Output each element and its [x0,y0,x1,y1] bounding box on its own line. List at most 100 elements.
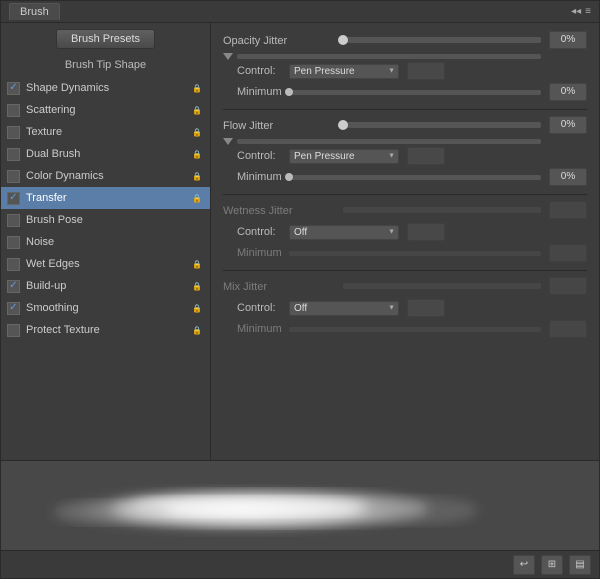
bottom-toolbar: ↩ ⊞ ▤ [1,550,599,578]
control3-select[interactable]: Off [289,225,399,240]
brush-presets-button[interactable]: Brush Presets [56,29,155,49]
menu-icon[interactable]: ≡ [585,6,591,17]
control1-row: Control: Pen Pressure [237,62,587,80]
bottom-btn-1[interactable]: ↩ [513,555,535,575]
minimum2-value[interactable]: 0% [549,168,587,186]
flow-jitter-sub-slider[interactable] [237,139,541,144]
sidebar-item-label-noise: Noise [26,236,202,248]
lock-icon-shape-dynamics: 🔒 [192,84,202,93]
checkbox-texture[interactable] [7,126,20,139]
checkbox-wet-edges[interactable] [7,258,20,271]
sidebar-item-color-dynamics[interactable]: Color Dynamics🔒 [1,165,210,187]
control2-select[interactable]: Pen Pressure [289,149,399,164]
section-divider-3 [223,270,587,271]
control2-select-wrapper[interactable]: Pen Pressure [289,149,399,164]
wetness-jitter-label: Wetness Jitter [223,205,343,217]
brush-panel: Brush ◂◂ ≡ Brush Presets Brush Tip Shape… [0,0,600,579]
checkbox-noise[interactable] [7,236,20,249]
control2-row: Control: Pen Pressure [237,147,587,165]
minimum2-row: Minimum 0% [237,168,587,186]
sidebar-item-label-protect-texture: Protect Texture [26,324,188,336]
bottom-btn-2[interactable]: ⊞ [541,555,563,575]
control1-select-wrapper[interactable]: Pen Pressure [289,64,399,79]
sidebar-item-scattering[interactable]: Scattering🔒 [1,99,210,121]
sidebar-item-build-up[interactable]: ✓ Build-up 🔒 [1,275,210,297]
brush-stroke-svg [1,461,599,550]
sidebar-item-shape-dynamics[interactable]: ✓ Shape Dynamics 🔒 [1,77,210,99]
panel-title-tab[interactable]: Brush [9,3,60,20]
control1-extra-box [407,62,445,80]
opacity-jitter-label: Opacity Jitter [223,35,343,47]
checkmark-build-up: ✓ [9,281,17,291]
lock-icon-wet-edges: 🔒 [192,260,202,269]
opacity-jitter-row: Opacity Jitter 0% [223,31,587,49]
sidebar-item-label-brush-pose: Brush Pose [26,214,202,226]
opacity-jitter-value[interactable]: 0% [549,31,587,49]
brush-preview [1,460,599,550]
minimum1-value[interactable]: 0% [549,83,587,101]
mix-jitter-slider [343,283,541,289]
sidebar-item-protect-texture[interactable]: Protect Texture🔒 [1,319,210,341]
checkbox-transfer[interactable]: ✓ [7,192,20,205]
opacity-jitter-slider[interactable] [343,37,541,43]
checkbox-color-dynamics[interactable] [7,170,20,183]
sidebar-item-noise[interactable]: Noise [1,231,210,253]
control3-select-wrapper[interactable]: Off [289,225,399,240]
control1-label: Control: [237,65,289,77]
sidebar-item-wet-edges[interactable]: Wet Edges 🔒 [1,253,210,275]
checkmark-smoothing: ✓ [9,303,17,313]
panel-body: Brush Presets Brush Tip Shape ✓Shape Dyn… [1,23,599,460]
collapse-icon[interactable]: ◂◂ [571,6,581,17]
flow-jitter-value[interactable]: 0% [549,116,587,134]
sidebar-items: ✓ Shape Dynamics 🔒 Scattering🔒 Texture 🔒 Dual … [1,77,210,341]
lock-icon-build-up: 🔒 [192,282,202,291]
sidebar-item-transfer[interactable]: ✓Transfer🔒 [1,187,210,209]
sidebar-item-label-wet-edges: Wet Edges [26,258,188,270]
checkbox-dual-brush[interactable] [7,148,20,161]
control3-row: Control: Off [237,223,587,241]
minimum3-value [549,244,587,262]
sidebar-item-label-texture: Texture [26,126,188,138]
mix-jitter-value [549,277,587,295]
control4-select[interactable]: Off [289,301,399,316]
minimum1-slider[interactable] [289,90,541,95]
checkmark-shape-dynamics: ✓ [9,83,17,93]
flow-jitter-slider[interactable] [343,122,541,128]
minimum1-label: Minimum [237,86,289,98]
lock-icon-texture: 🔒 [192,128,202,137]
sidebar-item-dual-brush[interactable]: Dual Brush🔒 [1,143,210,165]
sidebar-item-label-dual-brush: Dual Brush [26,148,188,160]
checkbox-brush-pose[interactable] [7,214,20,227]
control1-select[interactable]: Pen Pressure [289,64,399,79]
control4-select-wrapper[interactable]: Off [289,301,399,316]
sidebar-item-smoothing[interactable]: ✓ Smoothing 🔒 [1,297,210,319]
checkmark-transfer: ✓ [9,193,17,203]
sidebar-item-brush-pose[interactable]: Brush Pose [1,209,210,231]
sidebar-item-texture[interactable]: Texture 🔒 [1,121,210,143]
sidebar-item-label-shape-dynamics: Shape Dynamics [26,82,188,94]
wetness-jitter-value [549,201,587,219]
wetness-jitter-slider [343,207,541,213]
bottom-btn-3[interactable]: ▤ [569,555,591,575]
main-content: Opacity Jitter 0% Control: Pen Pressure [211,23,599,460]
title-bar-left: Brush [9,3,60,20]
checkbox-shape-dynamics[interactable]: ✓ [7,82,20,95]
title-bar-icons: ◂◂ ≡ [571,6,591,17]
sidebar-item-label-build-up: Build-up [26,280,188,292]
minimum2-slider[interactable] [289,175,541,180]
sidebar-item-label-smoothing: Smoothing [26,302,188,314]
minimum1-row: Minimum 0% [237,83,587,101]
control2-extra-box [407,147,445,165]
control4-label: Control: [237,302,289,314]
checkbox-build-up[interactable]: ✓ [7,280,20,293]
minimum3-row: Minimum [237,244,587,262]
lock-icon-smoothing: 🔒 [192,304,202,313]
checkbox-smoothing[interactable]: ✓ [7,302,20,315]
checkbox-scattering[interactable] [7,104,20,117]
flow-jitter-divider [223,138,587,145]
checkbox-protect-texture[interactable] [7,324,20,337]
opacity-jitter-sub-slider[interactable] [237,54,541,59]
sidebar-item-label-transfer: Transfer [26,192,188,204]
triangle-marker-1 [223,53,233,60]
sidebar-item-label-color-dynamics: Color Dynamics [26,170,188,182]
